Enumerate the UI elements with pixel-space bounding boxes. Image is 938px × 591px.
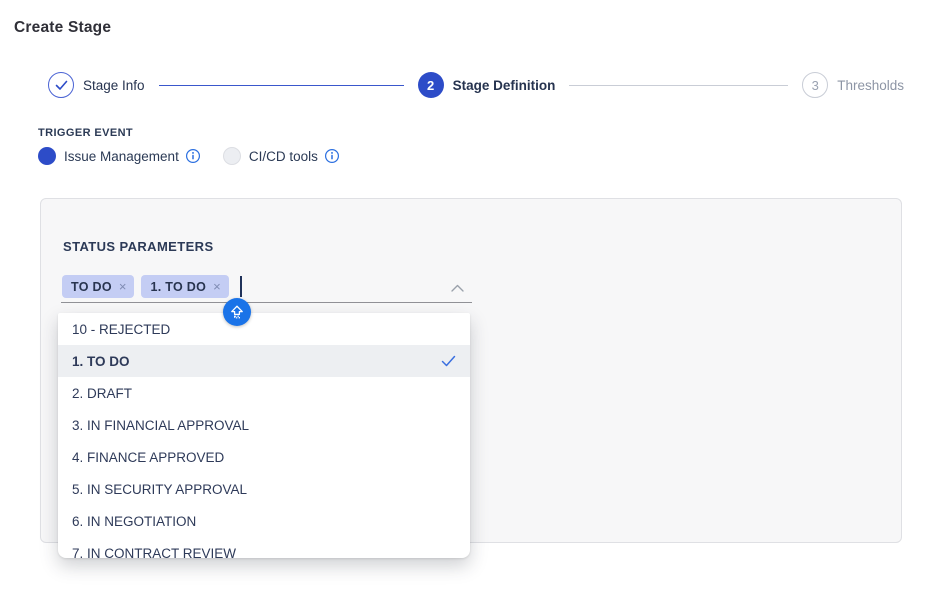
selected-tags-row: TO DO × 1. TO DO × <box>62 275 242 298</box>
text-caret <box>240 276 242 297</box>
status-parameters-heading: STATUS PARAMETERS <box>63 239 214 254</box>
dropdown-option[interactable]: 7. IN CONTRACT REVIEW <box>58 537 470 558</box>
dropdown-option-label: 3. IN FINANCIAL APPROVAL <box>72 418 249 433</box>
dropdown-option-label: 7. IN CONTRACT REVIEW <box>72 546 236 559</box>
step-thresholds[interactable]: 3 Thresholds <box>802 72 904 98</box>
selected-tag: TO DO × <box>62 275 134 298</box>
step-stage-info[interactable]: Stage Info <box>48 72 145 98</box>
dropdown-option-label: 4. FINANCE APPROVED <box>72 450 224 465</box>
stepper-connector-upcoming <box>569 85 788 86</box>
remove-tag-icon[interactable]: × <box>213 280 221 293</box>
trigger-event-heading: TRIGGER EVENT <box>38 127 133 139</box>
chevron-up-icon[interactable] <box>450 280 465 290</box>
dropdown-option-label: 5. IN SECURITY APPROVAL <box>72 482 247 497</box>
step-3-badge: 3 <box>802 72 828 98</box>
dropdown-option[interactable]: 3. IN FINANCIAL APPROVAL <box>58 409 470 441</box>
dropdown-option[interactable]: 6. IN NEGOTIATION <box>58 505 470 537</box>
radio-issue-management[interactable] <box>38 147 56 165</box>
status-parameters-multiselect[interactable]: TO DO × 1. TO DO × <box>61 269 472 303</box>
dropdown-option[interactable]: 4. FINANCE APPROVED <box>58 441 470 473</box>
status-options-dropdown: 10 - REJECTED 1. TO DO 2. DRAFT 3. IN FI… <box>58 313 470 558</box>
step-stage-definition-label: Stage Definition <box>453 78 556 93</box>
selected-tag-label: 1. TO DO <box>150 280 206 294</box>
trigger-event-options: Issue Management CI/CD tools <box>38 146 340 166</box>
dropdown-option-selected[interactable]: 1. TO DO <box>58 345 470 377</box>
dropdown-option[interactable]: 10 - REJECTED <box>58 313 470 345</box>
dropdown-option[interactable]: 5. IN SECURITY APPROVAL <box>58 473 470 505</box>
radio-cicd-tools-label: CI/CD tools <box>249 149 318 164</box>
remove-tag-icon[interactable]: × <box>119 280 127 293</box>
step-thresholds-label: Thresholds <box>837 78 904 93</box>
step-stage-definition[interactable]: 2 Stage Definition <box>418 72 556 98</box>
step-stage-info-label: Stage Info <box>83 78 145 93</box>
stepper-connector-completed <box>159 85 404 86</box>
radio-issue-management-label: Issue Management <box>64 149 179 164</box>
shift-key-badge-icon <box>223 298 251 326</box>
selected-tag-label: TO DO <box>71 280 112 294</box>
info-icon[interactable] <box>185 148 201 164</box>
dropdown-option-label: 1. TO DO <box>72 354 130 369</box>
dropdown-option-label: 2. DRAFT <box>72 386 132 401</box>
dropdown-option[interactable]: 2. DRAFT <box>58 377 470 409</box>
page-title: Create Stage <box>14 19 111 37</box>
create-stage-page: Create Stage Stage Info 2 Stage Definiti… <box>0 0 938 591</box>
step-completed-check-icon <box>48 72 74 98</box>
selected-check-icon <box>441 355 456 367</box>
radio-cicd-tools[interactable] <box>223 147 241 165</box>
selected-tag: 1. TO DO × <box>141 275 228 298</box>
dropdown-option-label: 6. IN NEGOTIATION <box>72 514 196 529</box>
wizard-stepper: Stage Info 2 Stage Definition 3 Threshol… <box>48 72 904 98</box>
info-icon[interactable] <box>324 148 340 164</box>
step-2-badge: 2 <box>418 72 444 98</box>
dropdown-option-label: 10 - REJECTED <box>72 322 170 337</box>
